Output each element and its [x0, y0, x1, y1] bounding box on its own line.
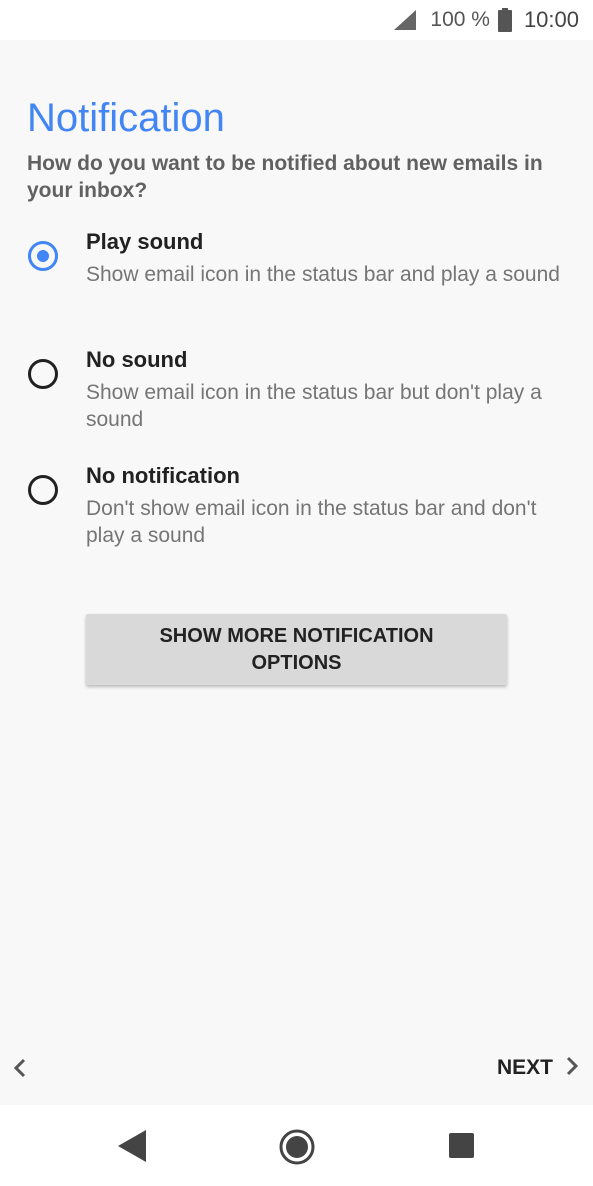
- back-chevron-icon[interactable]: [10, 1056, 32, 1080]
- option-description: Show email icon in the status bar and pl…: [86, 263, 560, 286]
- option-play-sound[interactable]: Play sound Show email icon in the status…: [0, 229, 593, 351]
- status-icons: 100 % 10:00: [394, 6, 579, 34]
- page-subtitle: How do you want to be notified about new…: [27, 152, 543, 202]
- recents-square-icon[interactable]: [449, 1133, 474, 1163]
- system-navigation-bar: [0, 1105, 593, 1186]
- page-title: Notification: [27, 96, 225, 140]
- option-title: Play sound: [86, 229, 204, 254]
- next-button[interactable]: NEXT: [497, 1052, 579, 1084]
- battery-percentage: 100 %: [430, 8, 490, 31]
- back-triangle-icon[interactable]: [116, 1129, 148, 1168]
- status-bar: 100 % 10:00: [0, 0, 593, 40]
- option-title: No notification: [86, 463, 240, 488]
- clock: 10:00: [523, 7, 579, 32]
- signal-icon: [394, 10, 417, 30]
- battery-icon: [497, 8, 512, 32]
- button-label: SHOW MORE NOTIFICATION OPTIONS: [159, 624, 434, 674]
- option-no-sound[interactable]: No sound Show email icon in the status b…: [0, 347, 593, 469]
- radio-button-selected[interactable]: [28, 241, 58, 271]
- chevron-right-icon: [565, 1054, 579, 1083]
- radio-dot: [37, 250, 49, 262]
- show-more-notification-options-button[interactable]: SHOW MORE NOTIFICATION OPTIONS: [86, 614, 507, 685]
- home-circle-icon[interactable]: [278, 1128, 316, 1171]
- option-description: Show email icon in the status bar but do…: [86, 381, 542, 431]
- option-title: No sound: [86, 347, 188, 372]
- radio-button[interactable]: [28, 475, 58, 505]
- next-label: NEXT: [496, 1056, 553, 1079]
- option-no-notification[interactable]: No notification Don't show email icon in…: [0, 463, 593, 585]
- radio-button[interactable]: [28, 359, 58, 389]
- option-description: Don't show email icon in the status bar …: [86, 497, 537, 547]
